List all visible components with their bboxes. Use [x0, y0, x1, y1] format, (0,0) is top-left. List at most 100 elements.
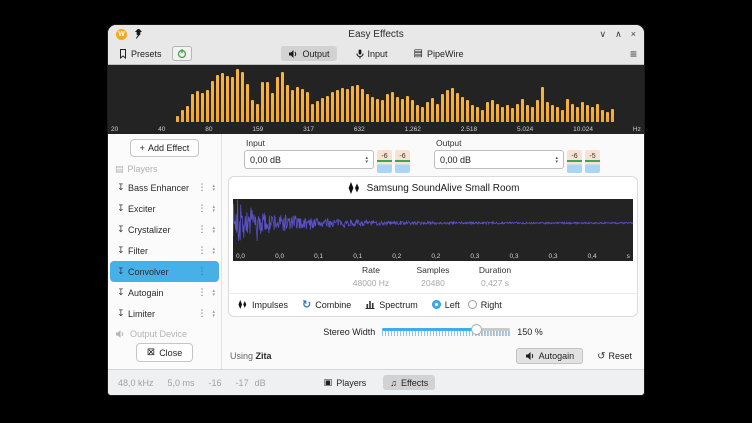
maximize-icon[interactable]: ∧	[615, 29, 622, 40]
spectrum-bar	[516, 104, 519, 122]
channel-left-radio[interactable]: Left	[432, 300, 460, 310]
autogain-button[interactable]: Autogain	[516, 348, 584, 364]
input-gain-spinbutton[interactable]: 0,00 dB ▴▾	[244, 150, 374, 169]
close-button[interactable]: ⊠ Close	[136, 343, 193, 362]
backend-name: Zita	[256, 351, 272, 361]
drag-handle-icon[interactable]: ▴▾	[210, 205, 215, 213]
spectrum-bar	[411, 100, 414, 122]
tab-effects[interactable]: ♫ Effects	[383, 375, 435, 390]
spectrum-bar	[581, 102, 584, 122]
effect-menu-icon[interactable]: ⋮	[193, 245, 210, 256]
sidebar-item-limiter[interactable]: ↧Limiter⋮▴▾	[110, 303, 219, 324]
axis-tick: Hz	[633, 126, 641, 133]
spectrum-bar	[561, 110, 564, 122]
close-window-icon: ⊠	[147, 347, 155, 358]
channel-right-radio[interactable]: Right	[468, 300, 502, 310]
spectrum-bar	[186, 106, 189, 122]
effect-menu-icon[interactable]: ⋮	[193, 203, 210, 214]
spectrum-bar	[341, 88, 344, 122]
plus-icon: +	[140, 143, 145, 153]
spectrum-bar	[461, 97, 464, 122]
effect-icon: ↧	[117, 308, 128, 319]
drag-handle-icon[interactable]: ▴▾	[210, 226, 215, 234]
sidebar-item-exciter[interactable]: ↧Exciter⋮▴▾	[110, 198, 219, 219]
axis-tick: 0,4	[588, 253, 597, 260]
sidebar-item-players[interactable]: ▤ Players	[108, 161, 221, 177]
stereo-width-slider[interactable]	[382, 326, 510, 338]
effect-icon: ↧	[117, 182, 128, 193]
minimize-icon[interactable]: ∨	[600, 29, 607, 40]
axis-tick: s	[627, 253, 630, 260]
add-effect-button[interactable]: + Add Effect	[130, 139, 200, 157]
spectrum-bar	[311, 104, 314, 122]
spectrum-bar	[231, 77, 234, 122]
reset-button[interactable]: ↺ Reset	[593, 349, 636, 364]
output-gain-spinbutton[interactable]: 0,00 dB ▴▾	[434, 150, 564, 169]
spectrum-axis: 2040801593176321.2622.5185.02410.024Hz	[111, 126, 641, 133]
players-tab-icon: ▣	[324, 377, 333, 388]
axis-tick: 20	[111, 126, 118, 133]
statusbar: 48,0 kHz 5,0 ms -16 -17 dB ▣ Players ♫ E…	[108, 369, 644, 395]
effect-menu-icon[interactable]: ⋮	[193, 224, 210, 235]
sidebar-item-filter[interactable]: ↧Filter⋮▴▾	[110, 240, 219, 261]
effect-menu-icon[interactable]: ⋮	[193, 182, 210, 193]
spectrum-bar	[531, 107, 534, 122]
spectrum-bar	[301, 89, 304, 122]
spectrum-bar	[586, 105, 589, 122]
spectrum-bar	[306, 92, 309, 122]
effects-tab-icon: ♫	[390, 378, 397, 388]
effect-icon: ↧	[117, 287, 128, 298]
drag-handle-icon[interactable]: ▴▾	[210, 289, 215, 297]
effect-label: Autogain	[128, 288, 193, 298]
drag-handle-icon[interactable]: ▴▾	[210, 268, 215, 276]
drag-handle-icon[interactable]: ▴▾	[210, 310, 215, 318]
spectrum-bar	[381, 100, 384, 122]
spectrum-analyzer: 2040801593176321.2622.5185.02410.024Hz	[108, 65, 644, 134]
spectrum-bar	[371, 97, 374, 122]
spectrum-bar	[286, 85, 289, 122]
spinbutton-arrows-icon[interactable]: ▴▾	[365, 156, 368, 164]
spectrum-bar	[191, 94, 194, 122]
spectrum-bar	[481, 110, 484, 122]
sidebar-item-output-device[interactable]: Output Device	[108, 324, 221, 343]
menu-icon[interactable]: ≡	[630, 49, 637, 59]
drag-handle-icon[interactable]: ▴▾	[210, 247, 215, 255]
impulses-button[interactable]: Impulses	[237, 300, 288, 310]
spectrum-bar	[366, 94, 369, 122]
close-icon[interactable]: ×	[631, 29, 636, 40]
spectrum-button[interactable]: Spectrum	[365, 300, 418, 310]
spinbutton-arrows-icon[interactable]: ▴▾	[555, 156, 558, 164]
tab-players[interactable]: ▣ Players	[317, 375, 374, 390]
sidebar-item-crystalizer[interactable]: ↧Crystalizer⋮▴▾	[110, 219, 219, 240]
samples-value: 20480	[402, 278, 464, 288]
axis-tick: 0,0	[275, 253, 284, 260]
slider-handle[interactable]	[471, 324, 482, 335]
sidebar-item-autogain[interactable]: ↧Autogain⋮▴▾	[110, 282, 219, 303]
spectrum-bar	[196, 91, 199, 122]
tab-pipewire[interactable]: ▤ PipeWire	[407, 46, 471, 61]
spectrum-bar	[521, 99, 524, 122]
spectrum-bar	[501, 107, 504, 122]
drag-handle-icon[interactable]: ▴▾	[210, 184, 215, 192]
desktop: W Easy Effects ∨ ∧ × Presets	[0, 0, 752, 423]
spectrum-bar	[476, 107, 479, 122]
impulse-icon	[347, 182, 361, 194]
combine-button[interactable]: ↻ Combine	[302, 298, 351, 311]
sidebar-item-bass-enhancer[interactable]: ↧Bass Enhancer⋮▴▾	[110, 177, 219, 198]
spectrum-bar	[326, 96, 329, 123]
spectrum-bar	[536, 100, 539, 122]
spectrum-bar	[221, 73, 224, 122]
headerbar: W Easy Effects ∨ ∧ × Presets	[108, 25, 644, 65]
effect-menu-icon[interactable]: ⋮	[193, 308, 210, 319]
sidebar-item-convolver[interactable]: ↧Convolver⋮▴▾	[110, 261, 219, 282]
effect-menu-icon[interactable]: ⋮	[193, 266, 210, 277]
effect-menu-icon[interactable]: ⋮	[193, 287, 210, 298]
tab-input[interactable]: Input	[349, 46, 395, 61]
tab-output[interactable]: Output	[281, 46, 336, 61]
output-level-meter-right: -5	[585, 150, 600, 173]
spectrum-bar	[546, 102, 549, 122]
effect-label: Crystalizer	[128, 225, 193, 235]
bar-chart-icon	[365, 300, 375, 309]
spectrum-bar	[261, 82, 264, 122]
easyeffects-window: W Easy Effects ∨ ∧ × Presets	[108, 25, 644, 395]
